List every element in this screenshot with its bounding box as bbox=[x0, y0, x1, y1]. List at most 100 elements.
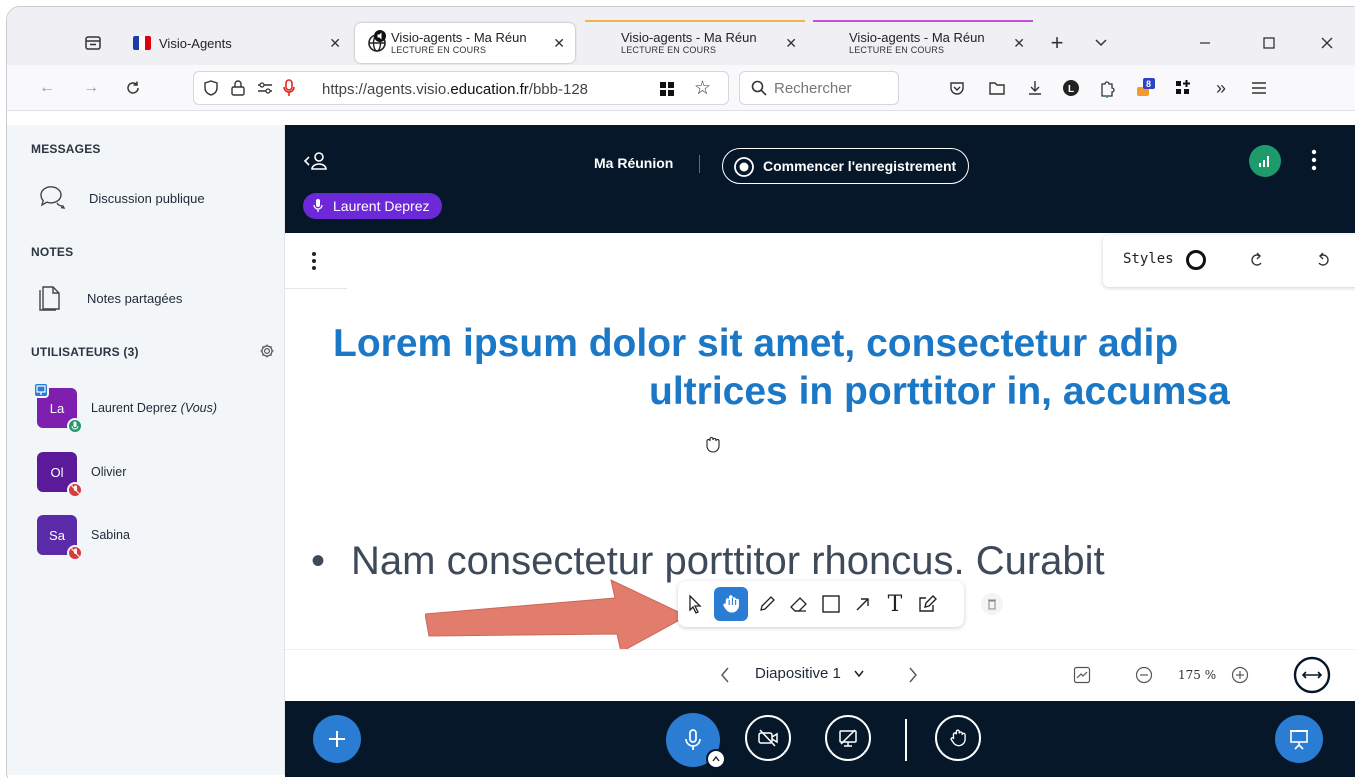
download-icon[interactable] bbox=[1021, 74, 1049, 102]
france-flag-icon bbox=[133, 36, 151, 50]
meeting-header: Ma Réunion Commencer l'enregistrement La… bbox=[285, 125, 1355, 233]
stroke-color-icon[interactable] bbox=[1185, 249, 1207, 276]
folder-icon[interactable] bbox=[983, 74, 1011, 102]
shared-notes-item[interactable]: Notes partagées bbox=[37, 281, 182, 316]
presentation-toggle-button[interactable] bbox=[1275, 715, 1323, 763]
rectangle-tool[interactable] bbox=[814, 587, 848, 621]
user-row-olivier[interactable]: Ol Olivier bbox=[37, 452, 127, 498]
note-edit-tool[interactable] bbox=[910, 587, 944, 621]
close-icon[interactable]: ✕ bbox=[329, 35, 341, 52]
public-chat-item[interactable]: Discussion publique bbox=[37, 183, 205, 214]
pan-hand-tool[interactable] bbox=[714, 587, 748, 621]
extensions-icon[interactable] bbox=[1093, 74, 1121, 102]
microphone-icon[interactable] bbox=[282, 78, 296, 103]
tab-color-line bbox=[585, 20, 805, 22]
microphone-toggle-button[interactable] bbox=[666, 713, 726, 769]
drawing-toolbar: T bbox=[678, 581, 964, 627]
tab-visio-2[interactable]: Visio-agents - Ma Réun LECTURE EN COURS … bbox=[585, 20, 807, 63]
next-slide-icon[interactable] bbox=[907, 666, 919, 689]
close-icon[interactable]: ✕ bbox=[785, 35, 797, 52]
tab-title: Visio-agents - Ma Réun bbox=[391, 30, 527, 45]
minimize-icon[interactable] bbox=[1191, 29, 1219, 57]
close-icon[interactable]: ✕ bbox=[1013, 35, 1025, 52]
chart-icon[interactable] bbox=[1073, 666, 1091, 689]
tab-visio-3[interactable]: Visio-agents - Ma Réun LECTURE EN COURS … bbox=[813, 20, 1035, 63]
microphone-muted-icon bbox=[67, 482, 83, 498]
svg-text:8: 8 bbox=[1146, 79, 1151, 89]
tab-visio-agents[interactable]: Visio-Agents ✕ bbox=[123, 23, 351, 63]
shared-notes-label: Notes partagées bbox=[87, 291, 183, 306]
chevron-down-icon bbox=[853, 665, 865, 682]
zoom-in-icon[interactable] bbox=[1231, 666, 1249, 689]
tab-subtitle: LECTURE EN COURS bbox=[391, 45, 487, 55]
options-divider bbox=[285, 288, 347, 289]
search-bar[interactable]: Rechercher bbox=[739, 71, 899, 105]
gear-icon[interactable] bbox=[259, 343, 275, 364]
url-text[interactable]: https://agents.visio.education.fr/bbb-12… bbox=[322, 81, 588, 98]
styles-label[interactable]: Styles bbox=[1123, 251, 1174, 267]
close-window-icon[interactable] bbox=[1313, 29, 1341, 57]
user-row-sabina[interactable]: Sa Sabina bbox=[37, 515, 130, 561]
undo-icon[interactable] bbox=[1315, 251, 1331, 274]
close-icon[interactable]: ✕ bbox=[553, 35, 565, 52]
camera-off-button[interactable] bbox=[745, 715, 791, 761]
trash-icon[interactable] bbox=[981, 593, 1003, 615]
toggle-users-icon[interactable] bbox=[303, 151, 329, 176]
connection-status-icon[interactable] bbox=[1249, 145, 1281, 177]
talking-indicator: Laurent Deprez bbox=[303, 193, 442, 219]
slide-selector[interactable]: Diapositive 1 bbox=[755, 665, 865, 682]
forward-icon[interactable]: → bbox=[77, 74, 105, 102]
chevron-down-icon[interactable] bbox=[1087, 29, 1115, 57]
presentation-area: Styles Lorem ipsum dolor sit amet, conse… bbox=[285, 233, 1355, 649]
url-bar[interactable]: https://agents.visio.education.fr/bbb-12… bbox=[193, 71, 729, 105]
account-icon[interactable]: L bbox=[1057, 74, 1085, 102]
zoom-out-icon[interactable] bbox=[1135, 666, 1153, 689]
avatar: Sa bbox=[37, 515, 83, 561]
start-recording-button[interactable]: Commencer l'enregistrement bbox=[722, 148, 970, 184]
fit-width-icon[interactable] bbox=[1293, 656, 1331, 699]
user-row-laurent[interactable]: La Laurent Deprez (Vous) bbox=[33, 382, 218, 434]
previous-slide-icon[interactable] bbox=[719, 666, 731, 689]
raise-hand-button[interactable] bbox=[935, 715, 981, 761]
maximize-icon[interactable] bbox=[1255, 29, 1283, 57]
shield-icon[interactable] bbox=[202, 79, 220, 102]
tab-color-line bbox=[813, 20, 1033, 22]
audio-settings-chevron-icon[interactable] bbox=[706, 749, 726, 769]
bookmark-star-icon[interactable]: ☆ bbox=[694, 77, 711, 100]
public-chat-label: Discussion publique bbox=[89, 191, 205, 206]
menu-icon[interactable] bbox=[1245, 74, 1273, 102]
reload-icon[interactable] bbox=[119, 74, 147, 102]
speaker-name: Laurent Deprez bbox=[333, 198, 430, 214]
overflow-chevrons-icon[interactable]: » bbox=[1207, 74, 1235, 102]
permissions-icon[interactable] bbox=[256, 80, 274, 101]
user-name: Laurent Deprez (Vous) bbox=[91, 401, 218, 415]
screen-share-off-button[interactable] bbox=[825, 715, 871, 761]
redo-icon[interactable] bbox=[1249, 251, 1265, 274]
pencil-tool[interactable] bbox=[750, 587, 784, 621]
tab-list-icon[interactable] bbox=[79, 29, 107, 57]
back-icon[interactable]: ← bbox=[33, 74, 61, 102]
apps-icon[interactable] bbox=[1169, 74, 1197, 102]
text-tool[interactable]: T bbox=[878, 587, 912, 621]
microphone-icon bbox=[313, 198, 323, 217]
search-icon bbox=[750, 79, 768, 101]
select-pointer-icon[interactable] bbox=[678, 587, 712, 621]
microphone-muted-icon bbox=[67, 545, 83, 561]
bottom-divider bbox=[905, 719, 907, 761]
grid-icon[interactable] bbox=[658, 80, 676, 103]
new-tab-icon[interactable]: + bbox=[1043, 29, 1071, 57]
user-name: Olivier bbox=[91, 465, 127, 479]
slide-title-line-1: Lorem ipsum dolor sit amet, consectetur … bbox=[333, 322, 1179, 365]
notes-section-title: NOTES bbox=[31, 245, 74, 259]
pocket-icon[interactable] bbox=[943, 74, 971, 102]
lock-icon[interactable] bbox=[230, 79, 246, 102]
eraser-tool[interactable] bbox=[782, 587, 816, 621]
chat-bubbles-icon bbox=[37, 183, 67, 214]
presentation-options-icon[interactable] bbox=[311, 251, 317, 276]
actions-plus-button[interactable] bbox=[313, 715, 361, 763]
arrow-tool[interactable] bbox=[846, 587, 880, 621]
options-more-icon[interactable] bbox=[1311, 149, 1317, 176]
slide-navigation-bar: Diapositive 1 175 % bbox=[285, 649, 1355, 701]
notification-icon[interactable]: 8 bbox=[1131, 74, 1159, 102]
tab-visio-active[interactable]: Visio-agents - Ma Réun LECTURE EN COURS … bbox=[355, 23, 575, 63]
